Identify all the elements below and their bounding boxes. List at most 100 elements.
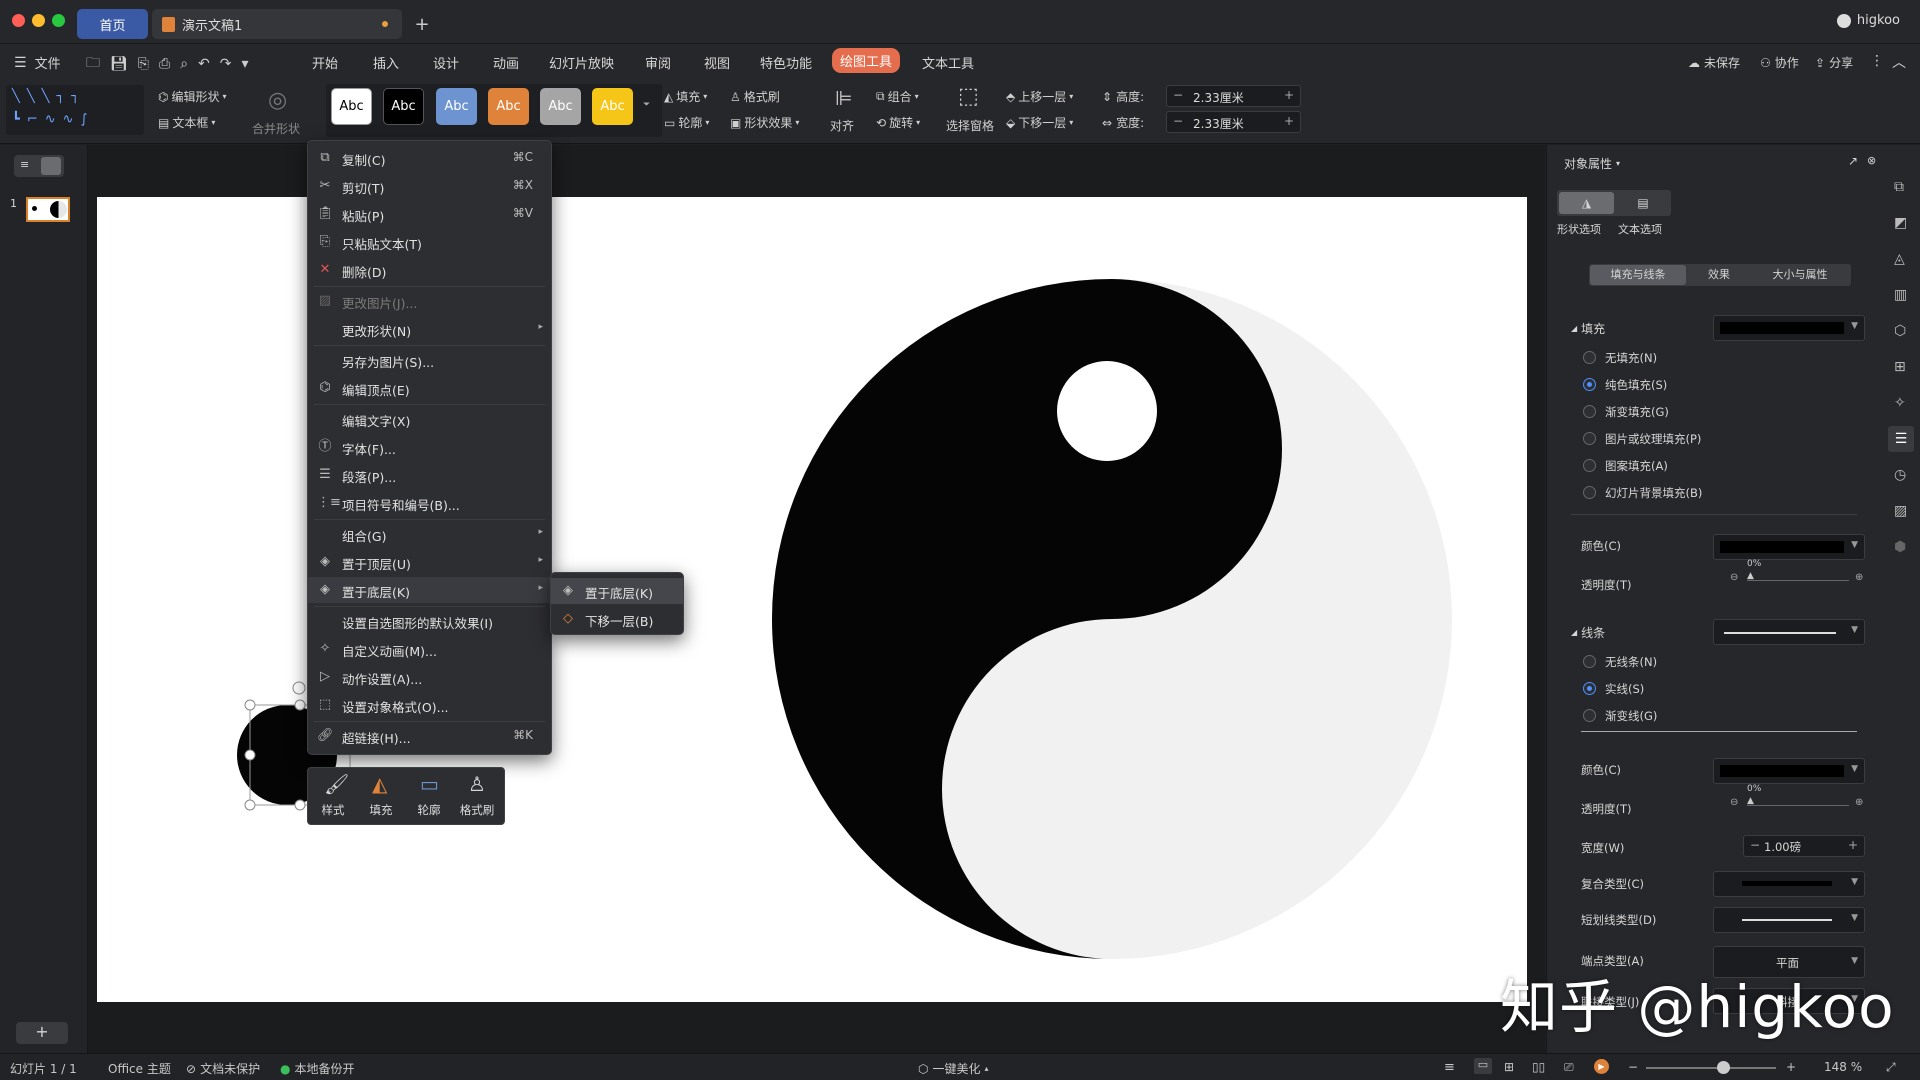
tab-shape-options[interactable]: 形状选项 bbox=[1557, 221, 1601, 237]
cube-icon[interactable]: ⬢ bbox=[1894, 539, 1906, 555]
add-slide-button[interactable]: + bbox=[16, 1022, 68, 1044]
reading-view-icon[interactable]: ▯▯ bbox=[1532, 1060, 1545, 1074]
menu-hyperlink[interactable]: 🔗︎ 超链接(H)... ⌘K bbox=[308, 723, 551, 749]
menu-text-tools[interactable]: 文本工具 bbox=[922, 53, 974, 72]
sorter-view-icon[interactable]: ⊞ bbox=[1504, 1060, 1514, 1074]
fit-window-icon[interactable]: ⤢ bbox=[1886, 1060, 1896, 1075]
menu-send-to-bottom[interactable]: ◈ 置于底层(K) ▸ bbox=[308, 577, 551, 603]
menu-drawing-tools[interactable]: 绘图工具 bbox=[832, 48, 901, 73]
menu-save-as-picture[interactable]: 另存为图片(S)... bbox=[308, 347, 551, 373]
height-increment[interactable]: + bbox=[1284, 88, 1294, 102]
radio-no-line[interactable] bbox=[1583, 655, 1596, 668]
chart-icon[interactable]: ▥ bbox=[1894, 287, 1907, 303]
group-button[interactable]: ⧉ 组合 ▾ bbox=[876, 88, 919, 105]
open-folder-icon[interactable]: 🗀 bbox=[86, 52, 100, 76]
print-icon[interactable]: ⎙ bbox=[159, 56, 170, 72]
format-brush-button[interactable]: ♙ 格式刷 bbox=[730, 88, 780, 105]
zoom-in-icon[interactable]: + bbox=[1786, 1060, 1796, 1074]
more-icon[interactable]: ⋮ bbox=[1870, 53, 1884, 69]
new-tab-button[interactable]: + bbox=[410, 9, 434, 39]
unsaved-status[interactable]: ☁ 未保存 bbox=[1688, 54, 1740, 71]
menu-cut[interactable]: ✂ 剪切(T) ⌘X bbox=[308, 173, 551, 199]
fill-section-header[interactable]: ◢ 填充 bbox=[1571, 320, 1605, 337]
image-icon[interactable]: ▨ bbox=[1894, 503, 1907, 519]
slide-thumbnail[interactable] bbox=[26, 197, 70, 222]
textbox-button[interactable]: ▤ 文本框 ▾ bbox=[158, 114, 215, 131]
submenu-send-to-back[interactable]: ◈ 置于底层(K) bbox=[551, 578, 683, 604]
width-increment[interactable]: + bbox=[1284, 114, 1294, 128]
transparency-increment-icon[interactable]: ⊕ bbox=[1855, 572, 1863, 583]
zoom-slider[interactable] bbox=[1646, 1067, 1776, 1069]
print-preview-icon[interactable]: ⌕ bbox=[180, 56, 188, 72]
view-toggle[interactable]: ≡ bbox=[14, 155, 64, 177]
line-style-dropdown[interactable]: ▼ bbox=[1713, 619, 1865, 645]
menu-start[interactable]: 开始 bbox=[312, 53, 338, 72]
customize-icon[interactable]: ▾ bbox=[242, 56, 249, 72]
height-decrement[interactable]: − bbox=[1173, 88, 1183, 102]
template-icon[interactable]: ⊞ bbox=[1894, 359, 1906, 375]
radio-gradient-fill[interactable] bbox=[1583, 405, 1596, 418]
zoom-slider-thumb[interactable] bbox=[1717, 1061, 1730, 1074]
close-panel-icon[interactable]: ⊗ bbox=[1867, 154, 1876, 167]
shape-effect-button[interactable]: ▣ 形状效果 ▾ bbox=[730, 114, 799, 131]
collab-button[interactable]: ⚇ 协作 bbox=[1760, 54, 1799, 71]
menu-design[interactable]: 设计 bbox=[433, 53, 459, 72]
share-button[interactable]: ⇪ 分享 bbox=[1815, 54, 1853, 71]
play-slideshow-icon[interactable]: ▶ bbox=[1594, 1059, 1609, 1074]
fill-color-picker[interactable]: ▼ bbox=[1713, 534, 1865, 560]
height-input[interactable]: − 2.33厘米 + bbox=[1166, 85, 1301, 107]
radio-background-fill[interactable] bbox=[1583, 486, 1596, 499]
notes-icon[interactable]: ≡ bbox=[1444, 1060, 1455, 1075]
width-decrement[interactable]: − bbox=[1173, 114, 1183, 128]
zoom-out-icon[interactable]: − bbox=[1628, 1060, 1638, 1074]
tab-text-options[interactable]: 文本选项 bbox=[1618, 221, 1662, 237]
width-input[interactable]: − 2.33厘米 + bbox=[1166, 111, 1301, 133]
menu-view[interactable]: 视图 bbox=[704, 53, 730, 72]
style-preset-white[interactable]: Abc bbox=[331, 88, 372, 125]
menu-delete[interactable]: ✕ 删除(D) bbox=[308, 257, 551, 283]
style-preset-gray[interactable]: Abc bbox=[540, 88, 581, 125]
rotate-handle-icon[interactable] bbox=[292, 681, 306, 695]
menu-edit-points[interactable]: ⌬ 编辑顶点(E) bbox=[308, 375, 551, 401]
animation-icon[interactable]: ✧ bbox=[1894, 395, 1906, 411]
menu-change-shape[interactable]: 更改形状(N) ▸ bbox=[308, 316, 551, 342]
menu-special[interactable]: 特色功能 bbox=[760, 53, 812, 72]
zoom-level[interactable]: 148 % bbox=[1824, 1060, 1862, 1074]
export-icon[interactable]: ⎘ bbox=[138, 56, 149, 72]
menu-copy[interactable]: ⧉ 复制(C) ⌘C bbox=[308, 145, 551, 171]
properties-icon[interactable]: ☰ bbox=[1888, 426, 1914, 452]
line-width-input[interactable]: − 1.00磅 + bbox=[1743, 835, 1865, 857]
pop-out-icon[interactable]: ↗ bbox=[1848, 154, 1858, 168]
style-preset-orange[interactable]: Abc bbox=[488, 88, 529, 125]
submenu-send-backward[interactable]: ◇ 下移一层(B) bbox=[551, 606, 683, 632]
fill-transparency-slider[interactable] bbox=[1747, 580, 1849, 581]
menu-custom-animation[interactable]: ✧ 自定义动画(M)... bbox=[308, 636, 551, 662]
radio-solid-line[interactable] bbox=[1583, 682, 1596, 695]
menu-paste-text[interactable]: ⎘ 只粘贴文本(T) bbox=[308, 229, 551, 255]
presenter-view-icon[interactable]: ⎚ bbox=[1564, 1060, 1574, 1075]
file-menu[interactable]: ☰ 文件 bbox=[14, 53, 61, 73]
menu-format-object[interactable]: ⬚ 设置对象格式(O)... bbox=[308, 692, 551, 718]
menu-bring-to-top[interactable]: ◈ 置于顶层(U) ▸ bbox=[308, 549, 551, 575]
mini-fill-button[interactable]: ◭ 填充 bbox=[358, 768, 404, 824]
close-window-button[interactable] bbox=[12, 14, 25, 27]
menu-review[interactable]: 审阅 bbox=[645, 53, 671, 72]
shapes-icon[interactable]: ⧉ bbox=[1894, 179, 1904, 195]
menu-slideshow[interactable]: 幻灯片放映 bbox=[549, 53, 614, 72]
align-button[interactable]: 对齐 bbox=[830, 117, 854, 134]
mini-format-brush-button[interactable]: ♙ 格式刷 bbox=[454, 768, 500, 824]
edit-shape-button[interactable]: ⌬ 编辑形状 ▾ bbox=[158, 88, 227, 105]
line-transparency-slider[interactable] bbox=[1747, 805, 1849, 806]
style-preset-blue[interactable]: Abc bbox=[436, 88, 477, 125]
menu-set-default[interactable]: 设置自选图形的默认效果(I) bbox=[308, 608, 551, 634]
user-account[interactable]: higkoo bbox=[1836, 13, 1900, 28]
layer-icon[interactable]: ◬ bbox=[1894, 251, 1905, 267]
compound-type-dropdown[interactable]: ▼ bbox=[1713, 871, 1865, 897]
subtab-size-properties[interactable]: 大小与属性 bbox=[1751, 265, 1849, 285]
tab-document[interactable]: 演示文稿1 bbox=[152, 9, 402, 39]
normal-view-icon[interactable]: ▭ bbox=[1474, 1058, 1492, 1074]
line-transparency-increment-icon[interactable]: ⊕ bbox=[1855, 797, 1863, 808]
menu-edit-text[interactable]: 编辑文字(X) bbox=[308, 406, 551, 432]
bring-forward-button[interactable]: ⬘ 上移一层 ▾ bbox=[1006, 88, 1073, 105]
line-transparency-thumb-icon[interactable]: ▲ bbox=[1747, 796, 1754, 806]
